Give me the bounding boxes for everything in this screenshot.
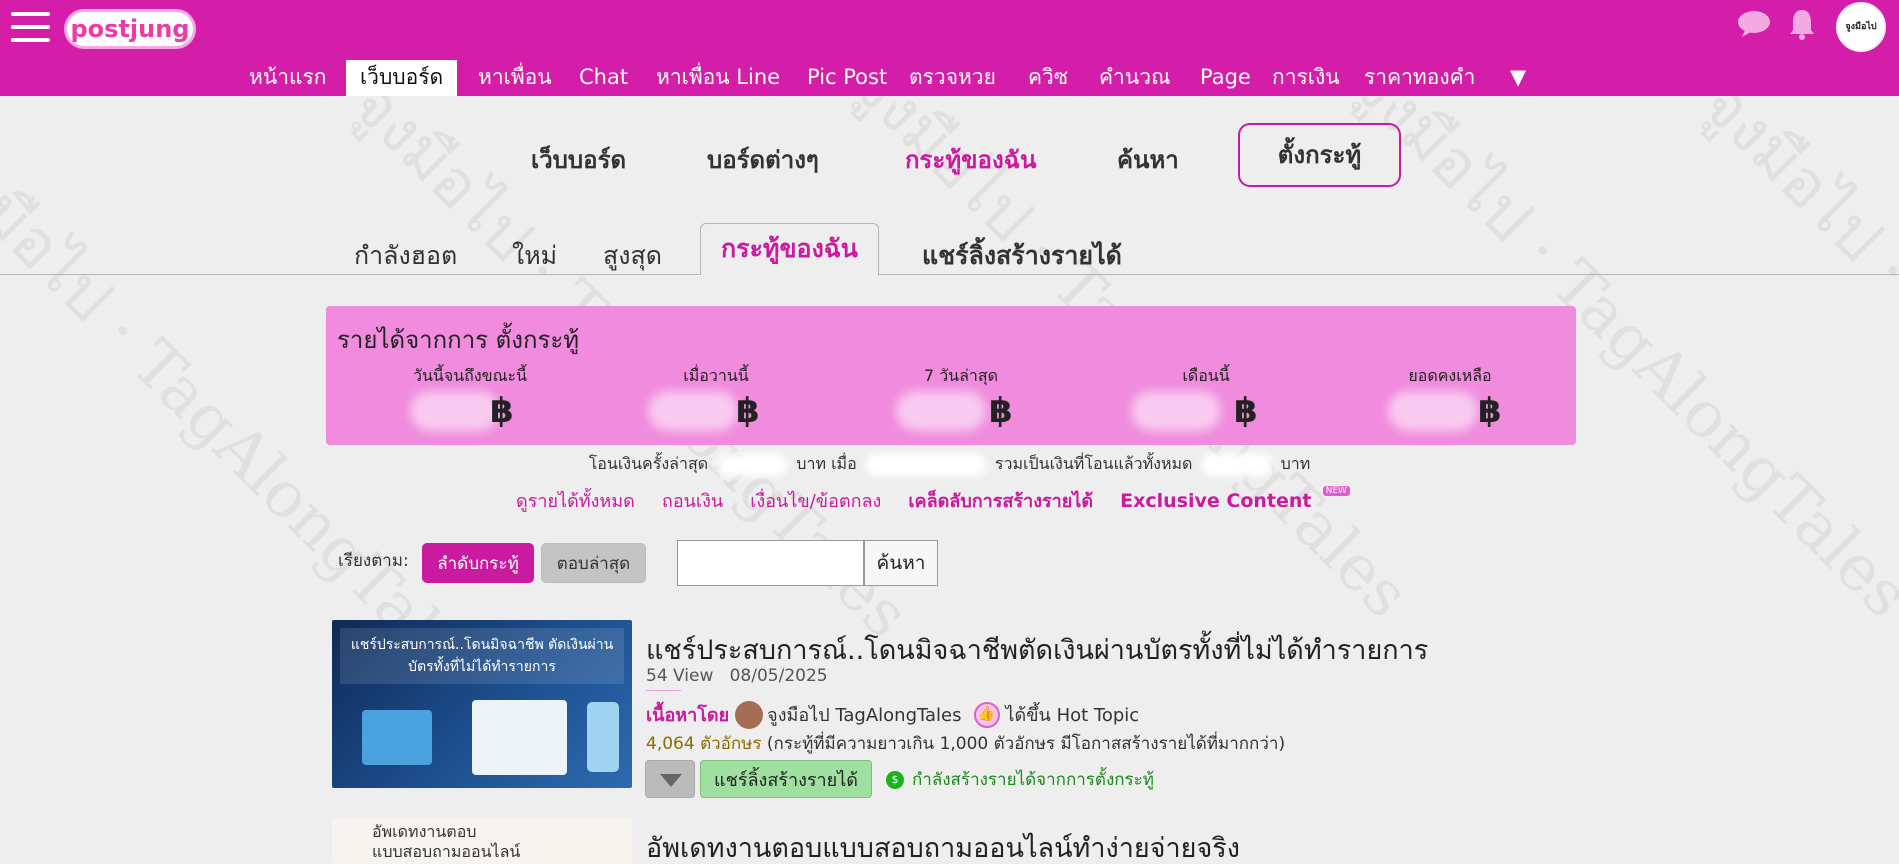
- topnav-line-friends[interactable]: หาเพื่อน Line: [656, 60, 780, 96]
- share-link-button[interactable]: แชร์ลิ้งสร้างรายได้: [700, 760, 872, 798]
- topnav-calculator[interactable]: คำนวณ: [1099, 60, 1170, 96]
- search-input[interactable]: [677, 540, 864, 586]
- topnav-pic-post[interactable]: Pic Post: [807, 60, 887, 96]
- site-logo[interactable]: postjung: [64, 9, 196, 49]
- income-label: ยอดคงเหลือ: [1408, 366, 1492, 385]
- post-thumbnail[interactable]: อัพเดทงานตอบ แบบสอบถามออนไลน์: [332, 818, 632, 864]
- author-line: เนื้อหาโดย จูงมือไป TagAlongTales 👍 ได้ข…: [646, 700, 1139, 729]
- board-nav-webboard[interactable]: เว็บบอร์ด: [531, 140, 626, 179]
- earning-status-text: กำลังสร้างรายได้จากการตั้งกระทู้: [912, 770, 1155, 790]
- expand-button[interactable]: [645, 760, 695, 798]
- tab-my-topics[interactable]: กระทู้ของฉัน: [700, 223, 879, 275]
- income-label: วันนี้จนถึงขณะนี้: [413, 366, 527, 385]
- baht-label: บาท: [796, 454, 826, 473]
- post-date: 08/05/2025: [729, 666, 828, 686]
- money-icon: $: [886, 770, 904, 789]
- tips-link[interactable]: เคล็ดลับการสร้างรายได้: [908, 491, 1093, 512]
- tab-share-link[interactable]: แชร์ลิ้งสร้างรายได้: [922, 236, 1122, 276]
- new-badge: NEW: [1322, 486, 1350, 496]
- baht-symbol: ฿: [490, 391, 514, 431]
- new-topic-button[interactable]: ตั้งกระทู้: [1238, 123, 1401, 187]
- post-thumbnail[interactable]: แชร์ประสบการณ์..โดนมิจฉาชีพ ตัดเงินผ่านบ…: [332, 620, 632, 788]
- earning-status: $ กำลังสร้างรายได้จากการตั้งกระทู้: [886, 766, 1154, 793]
- post-title[interactable]: แชร์ประสบการณ์..โดนมิจฉาชีพตัดเงินผ่านบั…: [646, 628, 1428, 671]
- menu-icon[interactable]: [11, 12, 50, 43]
- post-title[interactable]: อัพเดทงานตอบแบบสอบถามออนไลน์ทำง่ายจ่ายจร…: [646, 826, 1240, 864]
- sort-by-latest-reply-button[interactable]: ตอบล่าสุด: [541, 543, 646, 583]
- when-label: เมื่อ: [831, 454, 857, 473]
- topnav-lottery[interactable]: ตรวจหวย: [909, 60, 996, 96]
- sort-by-order-button[interactable]: ลำดับกระทู้: [422, 543, 534, 583]
- board-nav-boards[interactable]: บอร์ดต่างๆ: [707, 140, 819, 179]
- view-count: 54 View: [646, 666, 714, 686]
- topnav-find-friends[interactable]: หาเพื่อน: [478, 60, 552, 96]
- topnav-home[interactable]: หน้าแรก: [249, 60, 327, 96]
- income-7days: 7 วันล่าสุด ฿: [871, 364, 1051, 431]
- length-info: 4,064 ตัวอักษร (กระทู้ที่มีความยาวเกิน 1…: [646, 730, 1285, 757]
- board-nav-my-topics[interactable]: กระทู้ของฉัน: [905, 140, 1036, 179]
- withdraw-link[interactable]: ถอนเงิน: [662, 491, 723, 512]
- baht-label: บาท: [1280, 454, 1311, 473]
- board-nav-search[interactable]: ค้นหา: [1117, 140, 1179, 179]
- terms-link[interactable]: เงื่อนไข/ข้อตกลง: [750, 491, 881, 512]
- chat-icon[interactable]: [1737, 10, 1771, 38]
- income-title: รายได้จากการ ตั้งกระทู้: [337, 326, 580, 354]
- baht-symbol: ฿: [989, 391, 1013, 431]
- thumbnail-caption: แชร์ประสบการณ์..โดนมิจฉาชีพ ตัดเงินผ่านบ…: [340, 628, 624, 684]
- income-yesterday: เมื่อวานนี้ ฿: [626, 364, 806, 431]
- topnav-webboard[interactable]: เว็บบอร์ด: [346, 60, 458, 96]
- all-income-link[interactable]: ดูรายได้ทั้งหมด: [516, 491, 635, 512]
- search-button[interactable]: ค้นหา: [864, 540, 938, 586]
- topnav-page[interactable]: Page: [1200, 60, 1251, 96]
- content-by-label: เนื้อหาโดย: [646, 705, 730, 726]
- income-month: เดือนนี้ ฿: [1116, 364, 1296, 431]
- tab-hot[interactable]: กำลังฮอต: [354, 236, 457, 276]
- hot-topic-icon: 👍: [973, 701, 1000, 728]
- income-links: ดูรายได้ทั้งหมด ถอนเงิน เงื่อนไข/ข้อตกลง…: [516, 486, 1350, 515]
- income-label: เมื่อวานนี้: [683, 366, 749, 385]
- topnav-more-icon[interactable]: ▼: [1510, 60, 1526, 96]
- sort-label: เรียงตาม:: [338, 551, 409, 571]
- topnav-finance[interactable]: การเงิน: [1272, 60, 1340, 96]
- exclusive-content-link[interactable]: Exclusive Content: [1120, 490, 1311, 512]
- thumbnail-caption: อัพเดทงานตอบ แบบสอบถามออนไลน์: [372, 822, 521, 861]
- char-count: 4,064 ตัวอักษร: [646, 734, 762, 754]
- top-nav: หน้าแรก เว็บบอร์ด หาเพื่อน Chat หาเพื่อน…: [0, 60, 1899, 96]
- tab-new[interactable]: ใหม่: [512, 236, 557, 276]
- baht-symbol: ฿: [1478, 391, 1502, 431]
- user-avatar[interactable]: จูงมือไป: [1836, 2, 1886, 52]
- income-today: วันนี้จนถึงขณะนี้ ฿: [380, 364, 560, 431]
- bell-icon[interactable]: [1788, 8, 1816, 40]
- income-summary: รายได้จากการ ตั้งกระทู้ วันนี้จนถึงขณะนี…: [326, 306, 1576, 445]
- hot-topic-label: ได้ขึ้น Hot Topic: [1005, 705, 1140, 726]
- topnav-chat[interactable]: Chat: [579, 60, 628, 96]
- top-bar: postjung จูงมือไป หน้าแรก เว็บบอร์ด หาเพ…: [0, 0, 1899, 96]
- tab-top[interactable]: สูงสุด: [603, 236, 662, 276]
- transfer-info: โอนเงินครั้งล่าสุด บาท เมื่อ รวมเป็นเงิน…: [0, 452, 1899, 477]
- author-name[interactable]: จูงมือไป TagAlongTales: [767, 700, 961, 729]
- last-transfer-label: โอนเงินครั้งล่าสุด: [588, 454, 709, 473]
- total-transfer-label: รวมเป็นเงินที่โอนแล้วทั้งหมด: [994, 454, 1193, 473]
- length-note: (กระทู้ที่มีความยาวเกิน 1,000 ตัวอักษร ม…: [766, 734, 1286, 754]
- income-label: เดือนนี้: [1182, 366, 1230, 385]
- baht-symbol: ฿: [736, 391, 760, 431]
- topnav-quiz[interactable]: ควิซ: [1028, 60, 1068, 96]
- income-label: 7 วันล่าสุด: [923, 366, 999, 385]
- income-balance: ยอดคงเหลือ ฿: [1360, 364, 1540, 431]
- post-meta: 54 View 08/05/2025: [646, 666, 828, 686]
- topnav-gold-price[interactable]: ราคาทองคำ: [1364, 60, 1475, 96]
- baht-symbol: ฿: [1234, 391, 1258, 431]
- author-avatar[interactable]: [735, 700, 764, 729]
